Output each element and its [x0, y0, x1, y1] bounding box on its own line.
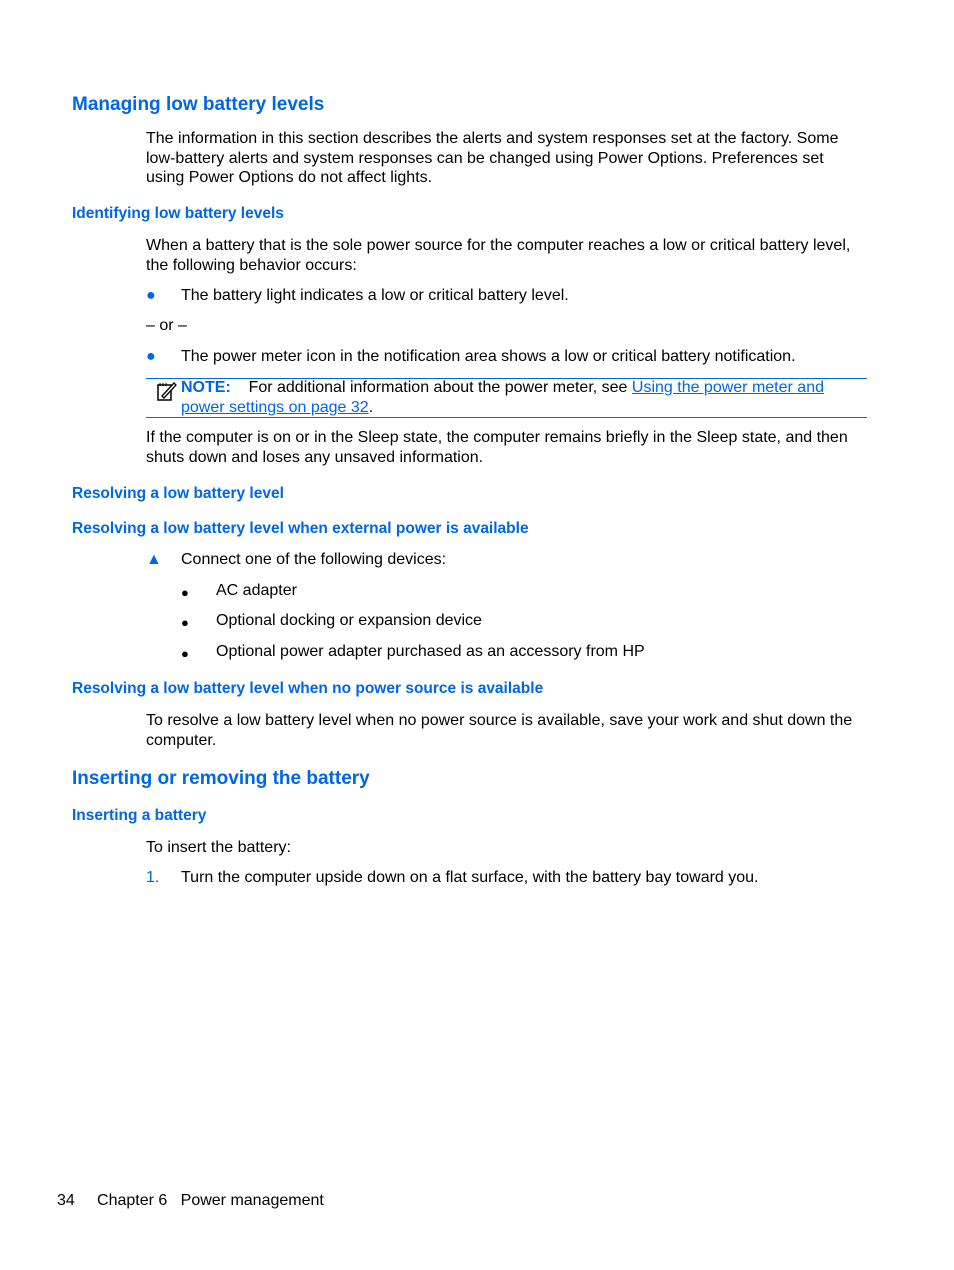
note-pencil-icon	[156, 380, 178, 402]
list-item: The power meter icon in the notification…	[181, 348, 796, 365]
bullet-icon: ●	[146, 287, 156, 304]
list-item: The battery light indicates a low or cri…	[181, 287, 569, 304]
note-body: For additional information about the pow…	[248, 379, 632, 396]
chapter-label: Chapter 6	[97, 1192, 168, 1209]
para-sleep: If the computer is on or in the Sleep st…	[146, 429, 848, 466]
footer: 34 Chapter 6 Power management	[57, 1192, 324, 1210]
heading-resolving-none: Resolving a low battery level when no po…	[72, 680, 544, 697]
triangle-step-icon: ▲	[146, 551, 162, 568]
note-text: NOTE: For additional information about t…	[181, 378, 861, 418]
heading-resolving-external: Resolving a low battery level when exter…	[72, 520, 529, 537]
para-resolving-none: To resolve a low battery level when no p…	[146, 712, 853, 749]
page-number: 34	[57, 1192, 75, 1209]
note-label: NOTE:	[181, 379, 231, 396]
chapter-title: Power management	[180, 1192, 324, 1209]
para-identifying: When a battery that is the sole power so…	[146, 237, 851, 274]
list-item: Optional power adapter purchased as an a…	[216, 643, 645, 660]
bullet-icon: ●	[181, 615, 189, 630]
heading-inserting-removing: Inserting or removing the battery	[72, 768, 370, 789]
or-separator: – or –	[146, 317, 187, 334]
step-number: 1.	[146, 869, 160, 886]
bullet-icon: ●	[181, 646, 189, 661]
list-item: AC adapter	[216, 582, 297, 599]
heading-resolving: Resolving a low battery level	[72, 485, 284, 502]
para-managing: The information in this section describe…	[146, 130, 839, 186]
para-insert: To insert the battery:	[146, 839, 291, 856]
note-end: .	[368, 399, 374, 416]
list-item: Optional docking or expansion device	[216, 612, 482, 629]
heading-inserting: Inserting a battery	[72, 807, 207, 824]
step-1: Turn the computer upside down on a flat …	[181, 869, 759, 886]
heading-managing: Managing low battery levels	[72, 94, 325, 115]
heading-identifying: Identifying low battery levels	[72, 205, 284, 222]
bullet-icon: ●	[181, 585, 189, 600]
bullet-icon: ●	[146, 348, 156, 365]
step-connect: Connect one of the following devices:	[181, 551, 447, 568]
